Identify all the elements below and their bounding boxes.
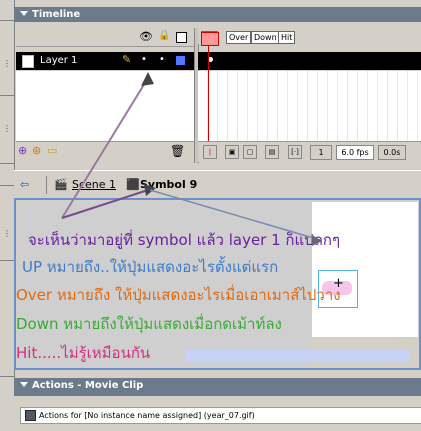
actions-target-field: Actions for [No instance name assigned] … [20, 407, 421, 424]
actions-icon [25, 410, 36, 421]
annotation-arrows [61, 72, 322, 246]
actions-panel-title[interactable]: Actions - Movie Clip [14, 378, 421, 396]
actions-target-text: Actions for [No instance name assigned] … [39, 411, 255, 420]
collapse-triangle-icon[interactable] [20, 382, 28, 387]
